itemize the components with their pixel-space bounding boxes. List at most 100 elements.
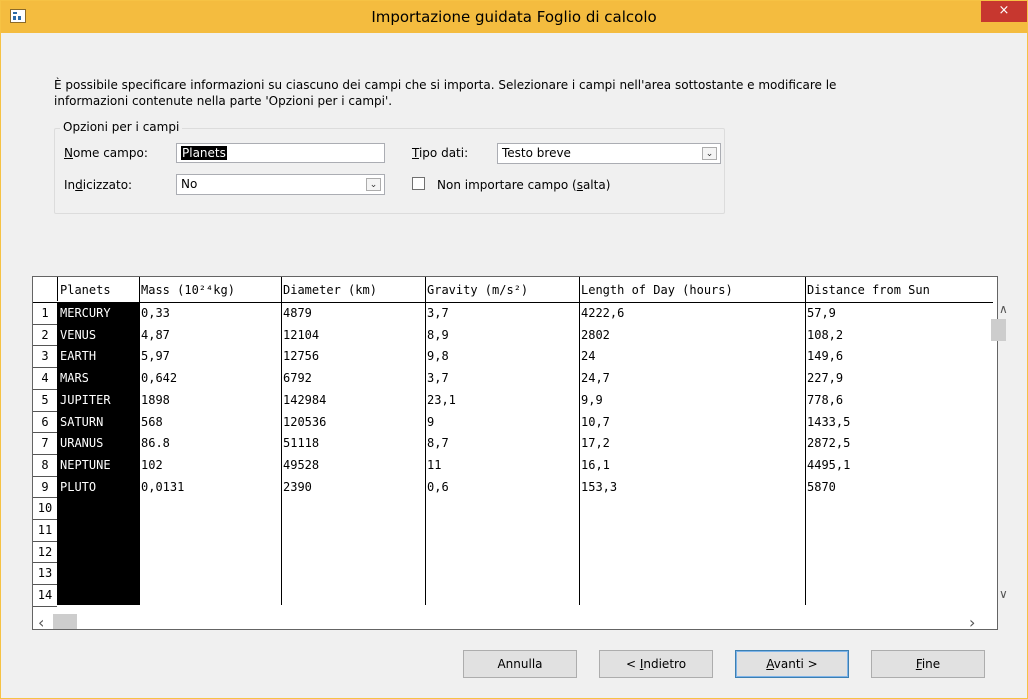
row-number: 12 [37, 544, 53, 559]
distance-cell: 227,9 [807, 371, 844, 386]
length-of-day-cell: 24 [581, 349, 596, 364]
gravity-cell: 9,8 [427, 349, 449, 364]
mass-cell: 0,642 [141, 371, 178, 386]
planet-name-cell: SATURN [60, 414, 104, 429]
instructions-text: È possibile specificare informazioni su … [54, 77, 954, 109]
data-preview-grid[interactable]: Planets Mass (10²⁴kg) Diameter (km) Grav… [32, 276, 998, 630]
diameter-cell: 12104 [283, 327, 320, 342]
diameter-cell: 49528 [283, 457, 320, 472]
indexed-select[interactable]: No ⌄ [176, 174, 385, 195]
planet-name-cell: EARTH [60, 349, 97, 364]
row-number: 3 [41, 349, 49, 364]
scroll-down-icon[interactable]: ∨ [999, 587, 1008, 601]
mass-cell: 0,0131 [141, 479, 185, 494]
row-number: 6 [41, 414, 49, 429]
column-divider [579, 277, 580, 605]
selected-column-highlight[interactable] [57, 302, 139, 605]
grid-header-row: Planets Mass (10²⁴kg) Diameter (km) Grav… [33, 277, 993, 303]
diameter-cell: 6792 [283, 371, 312, 386]
row-number: 13 [37, 566, 53, 581]
distance-cell: 1433,5 [807, 414, 851, 429]
row-divider [33, 432, 57, 434]
column-header-planets[interactable]: Planets [60, 281, 140, 299]
chevron-down-icon[interactable]: ⌄ [366, 178, 381, 191]
scroll-up-icon[interactable]: ∧ [999, 302, 1008, 316]
column-header-gravity[interactable]: Gravity (m/s²) [427, 281, 579, 299]
mass-cell: 1898 [141, 392, 170, 407]
distance-cell: 57,9 [807, 306, 836, 320]
length-of-day-cell: 2802 [581, 327, 610, 342]
row-number: 4 [41, 371, 49, 386]
length-of-day-cell: 9,9 [581, 392, 603, 407]
close-button[interactable]: × [981, 1, 1027, 22]
length-of-day-cell: 16,1 [581, 457, 610, 472]
data-type-value: Testo breve [502, 146, 571, 160]
field-options-group [54, 128, 725, 214]
row-divider [33, 345, 57, 347]
horizontal-scrollbar-thumb[interactable] [53, 614, 77, 629]
mass-cell: 5,97 [141, 349, 170, 364]
cancel-button[interactable]: Annulla [463, 650, 577, 678]
column-divider [57, 277, 58, 301]
row-divider [33, 323, 57, 325]
distance-cell: 2872,5 [807, 436, 851, 451]
row-number: 7 [41, 436, 49, 451]
row-number: 9 [41, 479, 49, 494]
mass-cell: 102 [141, 457, 163, 472]
data-type-label: Tipo dati: [412, 146, 469, 160]
row-number: 1 [41, 306, 49, 320]
instructions-line-1: È possibile specificare informazioni su … [54, 78, 837, 92]
row-divider [33, 605, 57, 607]
gravity-cell: 0,6 [427, 479, 449, 494]
row-number: 10 [37, 501, 53, 516]
column-header-length-of-day[interactable]: Length of Day (hours) [581, 281, 805, 299]
row-divider [33, 540, 57, 542]
next-button[interactable]: Avanti > [735, 650, 849, 678]
column-header-distance-from-sun[interactable]: Distance from Sun [807, 281, 993, 299]
column-divider [425, 277, 426, 605]
mass-cell: 0,33 [141, 306, 170, 320]
diameter-cell: 120536 [283, 414, 327, 429]
indexed-label: Indicizzato: [64, 178, 133, 192]
window-title: Importazione guidata Foglio di calcolo [371, 8, 657, 26]
skip-field-checkbox[interactable] [412, 177, 425, 190]
indexed-value: No [181, 177, 198, 191]
title-bar[interactable]: Importazione guidata Foglio di calcolo × [1, 1, 1027, 33]
row-number: 14 [37, 588, 53, 603]
row-number: 5 [41, 392, 49, 407]
length-of-day-cell: 153,3 [581, 479, 618, 494]
chevron-down-icon[interactable]: ⌄ [702, 147, 717, 160]
planet-name-cell: NEPTUNE [60, 457, 111, 472]
planet-name-cell: PLUTO [60, 479, 97, 494]
back-button[interactable]: < Indietro [599, 650, 713, 678]
data-type-select[interactable]: Testo breve ⌄ [497, 143, 721, 164]
row-divider [33, 475, 57, 477]
instructions-line-2: informazioni contenute nella parte 'Opzi… [54, 94, 393, 108]
row-number: 11 [37, 523, 53, 537]
gravity-cell: 8,7 [427, 436, 449, 451]
diameter-cell: 142984 [283, 392, 327, 407]
field-name-input[interactable]: Planets [176, 143, 385, 163]
import-wizard-window: Importazione guidata Foglio di calcolo ×… [0, 0, 1028, 699]
gravity-cell: 3,7 [427, 371, 449, 386]
row-divider [33, 519, 57, 520]
scroll-left-icon[interactable]: ‹ [38, 613, 44, 632]
scroll-right-icon[interactable]: › [969, 613, 975, 632]
planet-name-cell: MARS [60, 371, 89, 386]
gravity-cell: 9 [427, 414, 435, 429]
planet-name-cell: URANUS [60, 436, 104, 451]
column-header-mass[interactable]: Mass (10²⁴kg) [141, 281, 281, 299]
gravity-cell: 8,9 [427, 327, 449, 342]
skip-field-label[interactable]: Non importare campo (salta) [437, 178, 610, 192]
finish-button[interactable]: Fine [871, 650, 985, 678]
diameter-cell: 4879 [283, 306, 312, 320]
mass-cell: 4,87 [141, 327, 170, 342]
diameter-cell: 51118 [283, 436, 320, 451]
field-name-value: Planets [181, 146, 227, 160]
gravity-cell: 11 [427, 457, 442, 472]
row-number: 8 [41, 457, 49, 472]
column-header-diameter[interactable]: Diameter (km) [283, 281, 425, 299]
vertical-scrollbar-thumb[interactable] [991, 319, 1006, 341]
row-number: 2 [41, 327, 49, 342]
length-of-day-cell: 4222,6 [581, 306, 625, 320]
